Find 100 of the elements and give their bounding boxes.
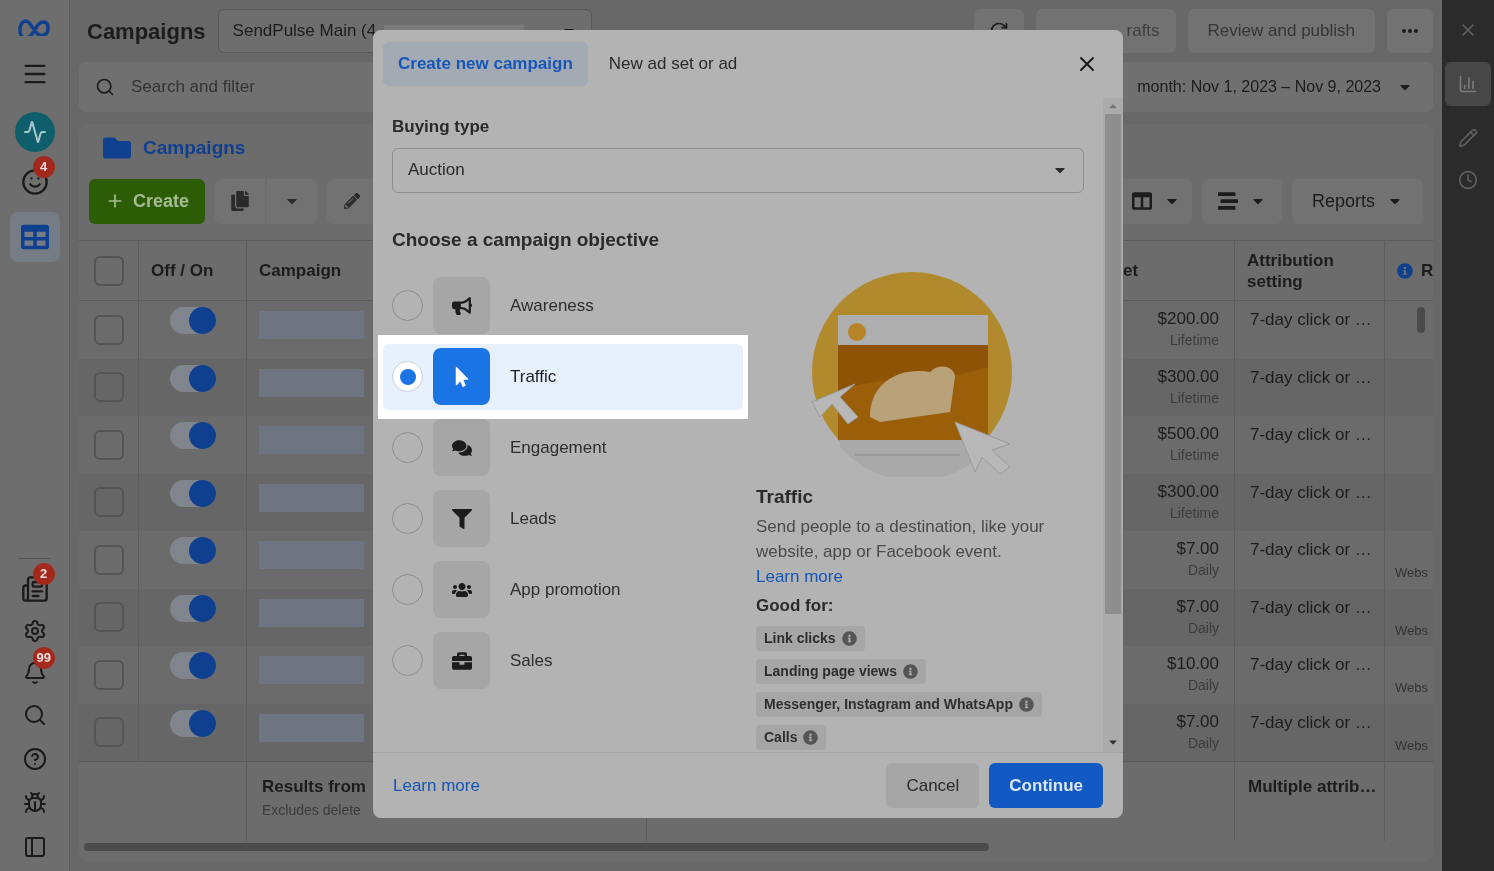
budget-amount: $200.00 bbox=[1157, 308, 1219, 330]
notifications-icon[interactable] bbox=[22, 661, 47, 685]
review-publish-button[interactable]: Review and publish bbox=[1187, 9, 1375, 53]
columns-icon bbox=[1131, 191, 1152, 211]
help-icon[interactable] bbox=[22, 747, 47, 771]
objective-description: Send people to a destination, like your website, app or Facebook event. Learn more bbox=[756, 515, 1046, 588]
chat-bubbles-icon bbox=[451, 437, 472, 458]
objective-option[interactable]: Leads bbox=[383, 490, 743, 547]
info-icon[interactable] bbox=[903, 664, 919, 679]
goal-tag: Messenger, Instagram and WhatsApp bbox=[756, 692, 1042, 717]
dialog-scrollbar[interactable] bbox=[1103, 98, 1123, 752]
search-field[interactable]: Search and filter bbox=[131, 74, 351, 100]
attribution-setting: 7-day click or … bbox=[1250, 482, 1372, 502]
attribution-setting: 7-day click or … bbox=[1250, 310, 1372, 329]
budget-amount: $500.00 bbox=[1157, 423, 1219, 445]
toggle-switch[interactable] bbox=[169, 652, 216, 679]
attribution-setting: 7-day click or … bbox=[1250, 712, 1372, 732]
attribution-setting: 7-day click or … bbox=[1250, 597, 1372, 617]
search-icon bbox=[95, 77, 115, 97]
info-icon[interactable] bbox=[803, 730, 819, 745]
notification-badge: 99 bbox=[32, 647, 55, 669]
select-all-checkbox[interactable] bbox=[93, 255, 124, 286]
good-for-heading: Good for: bbox=[756, 594, 835, 617]
search-icon[interactable] bbox=[22, 703, 47, 727]
dialog-tab[interactable]: New ad set or ad bbox=[593, 42, 753, 86]
info-icon[interactable] bbox=[841, 631, 857, 646]
info-icon[interactable] bbox=[1018, 697, 1034, 712]
toggle-switch[interactable] bbox=[169, 709, 216, 737]
notification-badge: 2 bbox=[32, 563, 55, 585]
budget-amount: $10.00 bbox=[1167, 653, 1219, 675]
cancel-button[interactable]: Cancel bbox=[886, 763, 980, 808]
budget-amount: $300.00 bbox=[1157, 365, 1219, 388]
panel-toggle-icon[interactable] bbox=[22, 835, 47, 859]
clock-icon[interactable] bbox=[1458, 170, 1478, 190]
radio-button[interactable] bbox=[392, 361, 423, 392]
goal-tag: Link clicks bbox=[756, 626, 865, 651]
continue-button[interactable]: Continue bbox=[989, 763, 1103, 808]
column-header[interactable]: Campaign bbox=[259, 257, 342, 284]
goal-tag: Landing page views bbox=[756, 659, 927, 684]
more-button[interactable] bbox=[1387, 9, 1433, 53]
toggle-switch[interactable] bbox=[169, 537, 216, 564]
column-header[interactable]: et bbox=[1123, 257, 1139, 284]
pencil-icon bbox=[344, 193, 361, 209]
section-heading: Choose a campaign objective bbox=[392, 227, 661, 252]
date-range[interactable]: month: Nov 1, 2023 – Nov 9, 2023 bbox=[1137, 75, 1381, 99]
scrollbar-thumb[interactable] bbox=[1417, 307, 1425, 333]
table-view-icon[interactable] bbox=[9, 212, 60, 262]
toggle-switch[interactable] bbox=[169, 422, 216, 449]
learn-more-link[interactable]: Learn more bbox=[756, 566, 843, 586]
field-label: Buying type bbox=[392, 116, 491, 138]
budget-amount: $7.00 bbox=[1176, 595, 1219, 618]
budget-amount: $7.00 bbox=[1176, 538, 1219, 560]
megaphone-icon bbox=[451, 295, 472, 316]
learn-more-link[interactable]: Learn more bbox=[393, 772, 480, 799]
settings-icon[interactable] bbox=[22, 619, 47, 643]
budget-amount: $7.00 bbox=[1176, 710, 1219, 733]
campaigns-tab[interactable]: Campaigns bbox=[103, 133, 246, 163]
horizontal-scrollbar[interactable] bbox=[84, 843, 989, 851]
objective-option[interactable]: App promotion bbox=[383, 561, 743, 618]
toggle-switch[interactable] bbox=[169, 307, 216, 334]
create-button[interactable]: Create bbox=[89, 178, 206, 224]
attribution-setting: 7-day click or … bbox=[1250, 540, 1372, 559]
objective-title: Traffic bbox=[756, 485, 815, 509]
page-title: Campaigns bbox=[87, 17, 206, 46]
column-header[interactable]: R bbox=[1421, 257, 1433, 284]
toggle-switch[interactable] bbox=[169, 594, 216, 622]
breakdown-button[interactable] bbox=[1201, 178, 1282, 224]
activity-icon[interactable] bbox=[14, 112, 55, 152]
objective-option[interactable]: Engagement bbox=[383, 419, 743, 476]
attribution-summary: Multiple attrib… bbox=[1248, 777, 1377, 796]
notification-badge: 4 bbox=[32, 156, 55, 178]
duplicate-button[interactable] bbox=[215, 178, 266, 224]
goal-tag: Calls bbox=[756, 725, 827, 750]
objective-option[interactable]: Sales bbox=[383, 632, 743, 689]
budget-amount: $300.00 bbox=[1157, 480, 1219, 503]
results-summary: Results from bbox=[262, 776, 366, 798]
toggle-switch[interactable] bbox=[169, 479, 216, 507]
info-icon[interactable] bbox=[1397, 262, 1413, 279]
table-cell-text: Webs bbox=[1395, 564, 1428, 582]
briefcase-icon bbox=[451, 650, 472, 671]
bug-icon[interactable] bbox=[22, 791, 47, 815]
attribution-setting: 7-day click or … bbox=[1250, 367, 1372, 387]
buying-type-select[interactable]: Auction bbox=[392, 147, 1084, 193]
copy-icon bbox=[230, 191, 251, 211]
dialog-tab[interactable]: Create new campaign bbox=[383, 42, 588, 86]
more-icon bbox=[1402, 29, 1418, 33]
reports-button[interactable]: Reports bbox=[1291, 178, 1423, 224]
table-cell-text: Webs bbox=[1395, 679, 1428, 697]
pencil-icon[interactable] bbox=[1458, 128, 1478, 148]
breakdown-icon bbox=[1217, 191, 1238, 211]
chart-button[interactable] bbox=[1445, 62, 1491, 106]
objective-option[interactable]: Traffic bbox=[383, 343, 743, 410]
bar-chart-icon bbox=[1458, 74, 1478, 94]
attribution-setting: 7-day click or … bbox=[1250, 425, 1372, 444]
objective-option[interactable]: Awareness bbox=[383, 277, 743, 334]
toggle-switch[interactable] bbox=[169, 364, 216, 392]
attribution-setting: 7-day click or … bbox=[1250, 655, 1372, 674]
column-header[interactable]: Off / On bbox=[151, 257, 214, 284]
column-header[interactable]: Attribution setting bbox=[1247, 249, 1372, 292]
funnel-icon bbox=[451, 508, 472, 529]
